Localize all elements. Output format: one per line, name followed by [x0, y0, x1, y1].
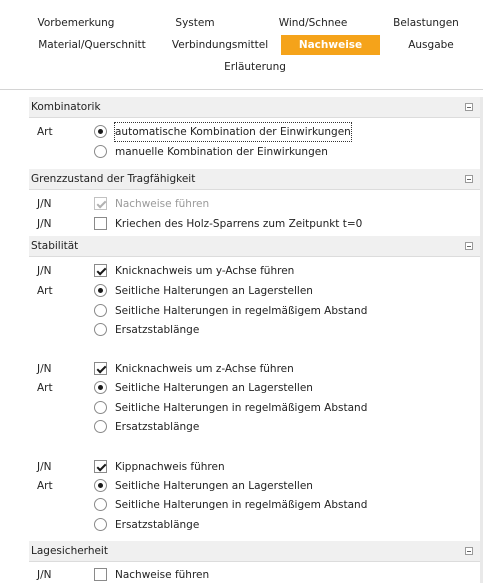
checkbox-label: Knicknachweis um y-Achse führen [115, 265, 295, 277]
jn-label: J/N [37, 363, 52, 375]
radio-icon[interactable] [94, 401, 107, 414]
section-title: Stabilität [31, 240, 79, 252]
collapse-icon[interactable] [465, 547, 473, 555]
section-lagesicherheit: Lagesicherheit [29, 541, 480, 562]
checkbox-icon[interactable] [94, 217, 107, 230]
art-label: Art [37, 285, 53, 297]
radio-selected-icon[interactable] [94, 381, 107, 394]
collapse-icon[interactable] [465, 175, 473, 183]
tab-erlaeuterung[interactable]: Erläuterung [213, 57, 297, 77]
checkbox-label: Kippnachweis führen [115, 461, 225, 473]
radio-icon[interactable] [94, 304, 107, 317]
checkbox-icon[interactable] [94, 460, 107, 473]
checkbox-icon[interactable] [94, 264, 107, 277]
radio-selected-icon[interactable] [94, 479, 107, 492]
radio-label: Seitliche Halterungen an Lagerstellen [115, 382, 313, 394]
checkbox-icon[interactable] [94, 568, 107, 581]
radio-label: Seitliche Halterungen in regelmäßigem Ab… [115, 305, 368, 317]
content-area: Kombinatorik Art automatische Kombinatio… [0, 97, 480, 583]
section-grenzzustand: Grenzzustand der Tragfähigkeit [29, 169, 480, 190]
checkbox-label: Kriechen des Holz-Sparrens zum Zeitpunkt… [115, 218, 363, 230]
radio-icon[interactable] [94, 420, 107, 433]
jn-label: J/N [37, 218, 52, 230]
radio-icon[interactable] [94, 145, 107, 158]
radio-label: manuelle Kombination der Einwirkungen [115, 146, 328, 158]
tab-wind-schnee[interactable]: Wind/Schnee [272, 13, 354, 33]
section-title: Lagesicherheit [31, 545, 108, 557]
tab-bar: Vorbemerkung System Wind/Schnee Belastun… [0, 0, 483, 90]
radio-label: Seitliche Halterungen an Lagerstellen [115, 480, 313, 492]
radio-label: Ersatzstablänge [115, 519, 200, 531]
radio-label: Seitliche Halterungen in regelmäßigem Ab… [115, 499, 368, 511]
tab-vorbemerkung[interactable]: Vorbemerkung [30, 13, 122, 33]
jn-label: J/N [37, 198, 52, 210]
tab-verbindungsmittel[interactable]: Verbindungsmittel [166, 35, 274, 55]
art-label: Art [37, 480, 53, 492]
checkbox-label: Knicknachweis um z-Achse führen [115, 363, 294, 375]
tab-belastungen[interactable]: Belastungen [388, 13, 464, 33]
jn-label: J/N [37, 265, 52, 277]
collapse-icon[interactable] [465, 103, 473, 111]
section-title: Grenzzustand der Tragfähigkeit [31, 173, 196, 185]
jn-label: J/N [37, 569, 52, 581]
checkbox-label: Nachweise führen [115, 198, 210, 210]
art-label: Art [37, 126, 53, 138]
tab-nachweise[interactable]: Nachweise [281, 35, 380, 55]
radio-label: Ersatzstablänge [115, 421, 200, 433]
radio-icon[interactable] [94, 498, 107, 511]
radio-selected-icon[interactable] [94, 125, 107, 138]
radio-label: Ersatzstablänge [115, 324, 200, 336]
section-kombinatorik: Kombinatorik [29, 97, 480, 118]
radio-label: Seitliche Halterungen in regelmäßigem Ab… [115, 402, 368, 414]
section-stabilitaet: Stabilität [29, 236, 480, 257]
art-label: Art [37, 382, 53, 394]
checkbox-icon[interactable] [94, 197, 107, 210]
checkbox-icon[interactable] [94, 362, 107, 375]
collapse-icon[interactable] [465, 242, 473, 250]
radio-icon[interactable] [94, 323, 107, 336]
section-title: Kombinatorik [31, 101, 101, 113]
tab-ausgabe[interactable]: Ausgabe [400, 35, 462, 55]
radio-label: Seitliche Halterungen an Lagerstellen [115, 285, 313, 297]
checkbox-label: Nachweise führen [115, 569, 210, 581]
radio-selected-icon[interactable] [94, 284, 107, 297]
jn-label: J/N [37, 461, 52, 473]
radio-icon[interactable] [94, 518, 107, 531]
radio-label: automatische Kombination der Einwirkunge… [114, 122, 352, 142]
tab-material-querschnitt[interactable]: Material/Querschnitt [30, 35, 154, 55]
tab-system[interactable]: System [163, 13, 227, 33]
